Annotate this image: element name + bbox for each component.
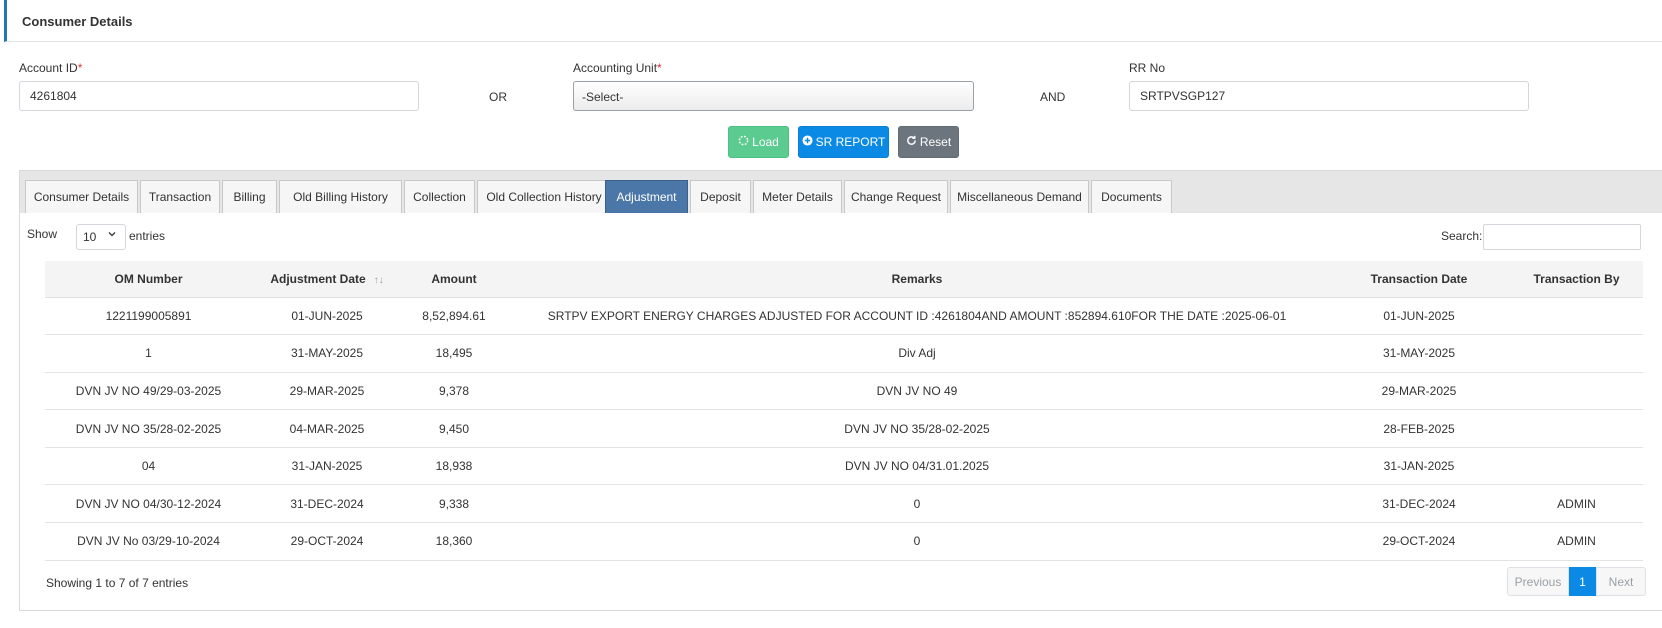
cell-remarks: DVN JV NO 49 <box>506 372 1328 411</box>
search-input[interactable] <box>1483 224 1641 250</box>
adjustment-table: OM Number Adjustment Date ↑↓ Amount Remar… <box>45 261 1643 561</box>
tab-consumer-details[interactable]: Consumer Details <box>25 180 138 213</box>
cell-amount: 18,495 <box>402 334 506 373</box>
column-transaction-by[interactable]: Transaction By <box>1510 261 1643 298</box>
cell-om-number: DVN JV NO 49/29-03-2025 <box>45 372 252 411</box>
cell-remarks: Div Adj <box>506 334 1328 373</box>
tab-miscellaneous-demand[interactable]: Miscellaneous Demand <box>950 180 1089 213</box>
page-length-select[interactable]: 10 <box>76 224 126 250</box>
tab-collection[interactable]: Collection <box>404 180 475 213</box>
cell-om-number: DVN JV NO 04/30-12-2024 <box>45 484 252 524</box>
table-row: DVN JV NO 49/29-03-2025 29-MAR-2025 9,37… <box>45 372 1643 411</box>
column-adjustment-date[interactable]: Adjustment Date ↑↓ <box>252 261 402 298</box>
account-id-label: Account ID* <box>19 61 83 75</box>
cell-transaction-by: ADMIN <box>1510 522 1643 561</box>
cell-adjustment-date: 31-JAN-2025 <box>252 447 402 486</box>
column-transaction-date[interactable]: Transaction Date <box>1328 261 1510 298</box>
table-row: 04 31-JAN-2025 18,938 DVN JV NO 04/31.01… <box>45 447 1643 486</box>
load-button[interactable]: Load <box>728 126 789 158</box>
tab-old-billing-history[interactable]: Old Billing History <box>279 180 402 213</box>
cell-om-number: 04 <box>45 447 252 486</box>
cell-adjustment-date: 31-DEC-2024 <box>252 484 402 524</box>
refresh-icon <box>906 135 917 149</box>
tab-deposit[interactable]: Deposit <box>690 180 751 213</box>
or-label: OR <box>489 90 507 104</box>
page-1-button[interactable]: 1 <box>1569 567 1596 596</box>
spinner-icon <box>738 135 749 149</box>
card-header: Consumer Details <box>4 0 1662 42</box>
tab-meter-details[interactable]: Meter Details <box>753 180 842 213</box>
cell-remarks: 0 <box>506 484 1328 524</box>
accounting-unit-select[interactable]: -Select- <box>573 81 974 111</box>
table-row: 1221199005891 01-JUN-2025 8,52,894.61 SR… <box>45 297 1643 336</box>
accounting-unit-label: Accounting Unit* <box>573 61 662 75</box>
tab-old-collection-history[interactable]: Old Collection History <box>477 180 611 213</box>
cell-amount: 9,338 <box>402 484 506 524</box>
chevron-down-icon <box>107 228 117 242</box>
cell-transaction-date: 31-DEC-2024 <box>1328 484 1510 524</box>
cell-amount: 18,938 <box>402 447 506 486</box>
reset-button[interactable]: Reset <box>898 126 959 158</box>
tab-billing[interactable]: Billing <box>222 180 277 213</box>
cell-amount: 18,360 <box>402 522 506 561</box>
table-row: DVN JV No 03/29-10-2024 29-OCT-2024 18,3… <box>45 522 1643 561</box>
cell-transaction-date: 31-JAN-2025 <box>1328 447 1510 486</box>
cell-remarks: 0 <box>506 522 1328 561</box>
tab-change-request[interactable]: Change Request <box>844 180 948 213</box>
cell-transaction-date: 31-MAY-2025 <box>1328 334 1510 373</box>
and-label: AND <box>1040 90 1066 104</box>
cell-om-number: 1 <box>45 334 252 373</box>
rr-no-label: RR No <box>1129 61 1166 75</box>
cell-om-number: 1221199005891 <box>45 297 252 336</box>
cell-adjustment-date: 04-MAR-2025 <box>252 409 402 448</box>
cell-remarks: DVN JV NO 04/31.01.2025 <box>506 447 1328 486</box>
cell-om-number: DVN JV No 03/29-10-2024 <box>45 522 252 561</box>
cell-adjustment-date: 31-MAY-2025 <box>252 334 402 373</box>
next-page-button[interactable]: Next <box>1596 567 1646 596</box>
search-label: Search: <box>1441 229 1483 243</box>
column-remarks[interactable]: Remarks <box>506 261 1328 298</box>
cell-adjustment-date: 29-OCT-2024 <box>252 522 402 561</box>
table-header-row: OM Number Adjustment Date ↑↓ Amount Remar… <box>45 261 1643 298</box>
table-row: DVN JV NO 04/30-12-2024 31-DEC-2024 9,33… <box>45 484 1643 524</box>
account-id-input[interactable] <box>19 81 419 111</box>
cell-transaction-date: 29-OCT-2024 <box>1328 522 1510 561</box>
pagination: Previous 1 Next <box>1507 567 1646 596</box>
cell-om-number: DVN JV NO 35/28-02-2025 <box>45 409 252 448</box>
sort-icon: ↑↓ <box>373 274 384 286</box>
column-om-number[interactable]: OM Number <box>45 261 252 298</box>
entries-label: entries <box>129 229 166 243</box>
tab-bar: Consumer Details Transaction Billing Old… <box>20 171 1662 213</box>
cell-amount: 9,450 <box>402 409 506 448</box>
rr-no-input[interactable] <box>1129 81 1529 111</box>
cell-transaction-date: 28-FEB-2025 <box>1328 409 1510 448</box>
previous-page-button[interactable]: Previous <box>1507 567 1569 596</box>
cell-adjustment-date: 29-MAR-2025 <box>252 372 402 411</box>
cell-transaction-by <box>1510 372 1643 411</box>
cell-transaction-date: 29-MAR-2025 <box>1328 372 1510 411</box>
cell-remarks: DVN JV NO 35/28-02-2025 <box>506 409 1328 448</box>
cell-amount: 9,378 <box>402 372 506 411</box>
cell-transaction-by: ADMIN <box>1510 484 1643 524</box>
show-label: Show <box>27 227 58 241</box>
cell-remarks: SRTPV EXPORT ENERGY CHARGES ADJUSTED FOR… <box>506 297 1328 336</box>
cell-transaction-by <box>1510 334 1643 373</box>
table-row: DVN JV NO 35/28-02-2025 04-MAR-2025 9,45… <box>45 409 1643 448</box>
tab-transaction[interactable]: Transaction <box>140 180 220 213</box>
sr-report-button[interactable]: SR REPORT <box>798 126 889 158</box>
cell-amount: 8,52,894.61 <box>402 297 506 336</box>
cell-transaction-by <box>1510 409 1643 448</box>
cell-transaction-by <box>1510 447 1643 486</box>
tab-documents[interactable]: Documents <box>1091 180 1172 213</box>
tab-adjustment[interactable]: Adjustment <box>605 180 688 213</box>
plus-circle-icon <box>802 135 813 149</box>
page: Consumer Details Account ID* OR Accounti… <box>0 0 1662 628</box>
table-info: Showing 1 to 7 of 7 entries <box>46 576 189 590</box>
cell-adjustment-date: 01-JUN-2025 <box>252 297 402 336</box>
table-row: 1 31-MAY-2025 18,495 Div Adj 31-MAY-2025 <box>45 334 1643 373</box>
page-title: Consumer Details <box>22 14 133 29</box>
column-amount[interactable]: Amount <box>402 261 506 298</box>
cell-transaction-by <box>1510 297 1643 336</box>
cell-transaction-date: 01-JUN-2025 <box>1328 297 1510 336</box>
